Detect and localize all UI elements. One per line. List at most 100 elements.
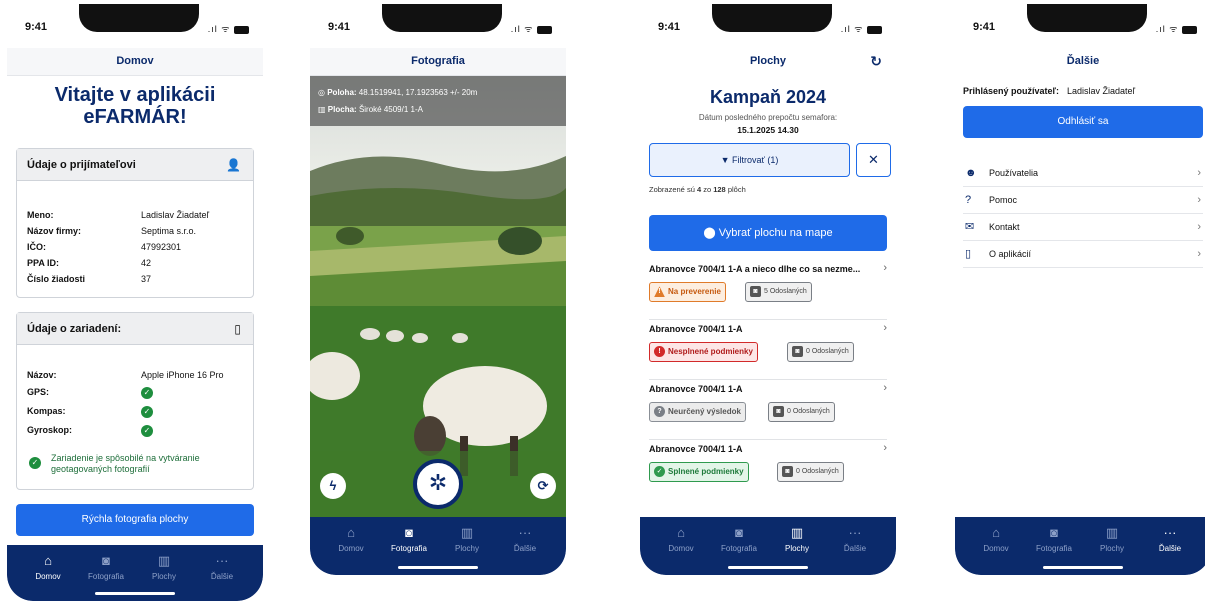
home-icon: ⌂ — [677, 525, 685, 540]
camera-viewfinder[interactable]: ◎ Poloha: 48.1519941, 17.1923563 +/- 20m… — [310, 76, 566, 517]
row-key: PPA ID: — [27, 258, 60, 268]
tab-label: Ďalšie — [843, 544, 867, 553]
warning-icon: ! — [654, 286, 665, 298]
map-icon: ▥ — [1105, 525, 1119, 540]
menu-item-about[interactable]: ▯ O aplikácií › — [963, 241, 1203, 268]
more-menu: ☻ Používatelia › ? Pomoc › ✉ Kontakt › ▯ O apli… — [955, 160, 1205, 268]
recalc-date: 15.1.2025 14.30 — [737, 125, 799, 135]
quick-photo-button[interactable]: Rýchla fotografia plochy — [16, 504, 254, 536]
camera-icon: ◙ — [773, 405, 784, 417]
filter-button[interactable]: ▼ Filtrovať (1) — [649, 143, 850, 177]
row-key: Názov firmy: — [27, 226, 82, 236]
sent-text: 0 Odoslaných — [796, 468, 839, 475]
position-value: 48.1519941, 17.1923563 +/- 20m — [358, 88, 478, 97]
plot-list-item[interactable]: Abranovce 7004/1 1-A › ? Neurčený výsledo… — [649, 380, 887, 440]
chevron-right-icon: › — [1197, 248, 1201, 260]
status-bar: 9:41 .ıl ᯤ — [640, 4, 896, 44]
more-icon: ··· — [215, 553, 229, 568]
status-text: Na preverenie — [668, 287, 721, 296]
row-key: IČO: — [27, 242, 46, 252]
logout-button[interactable]: Odhlásiť sa — [963, 106, 1203, 138]
plot-value: Široké 4509/1 1-A — [358, 105, 423, 114]
device-card-header: Údaje o zariadení: ▯ — [17, 313, 253, 345]
tab-fotografia[interactable]: ◙ Fotografia — [710, 525, 768, 553]
tab-domov[interactable]: ⌂ Domov — [652, 525, 710, 553]
row-key: Číslo žiadosti — [27, 274, 86, 284]
tab-domov[interactable]: ⌂ Domov — [322, 525, 380, 553]
flash-auto-button[interactable]: ϟ — [320, 473, 346, 499]
plot-list-item[interactable]: Abranovce 7004/1 1-A › ! Nesplnené podmie… — [649, 320, 887, 380]
home-indicator — [728, 566, 808, 569]
position-label: Poloha: — [327, 88, 357, 97]
tab-label: Plochy — [784, 544, 809, 553]
tab-domov[interactable]: ⌂ Domov — [967, 525, 1025, 553]
shutter-button[interactable]: ✲ — [413, 459, 463, 509]
tab-label: Plochy — [151, 572, 176, 581]
tab-dalsie[interactable]: ··· Ďalšie — [496, 525, 554, 553]
device-row: Kompas: ✓ — [17, 402, 253, 421]
chevron-right-icon: › — [1197, 221, 1201, 233]
tab-plochy[interactable]: ▥ Plochy — [135, 553, 193, 581]
question-icon: ? — [654, 406, 665, 418]
tab-fotografia[interactable]: ◙ Fotografia — [1025, 525, 1083, 553]
tab-label: Fotografia — [1035, 544, 1073, 553]
row-value: 42 — [141, 258, 152, 268]
signal-icon: .ıl ᯤ — [841, 22, 882, 35]
signal-text: .ıl ᯤ — [207, 24, 231, 34]
row-value: Apple iPhone 16 Pro — [141, 370, 224, 380]
plot-list-item[interactable]: Abranovce 7004/1 1-A a nieco dlhe co sa … — [649, 260, 887, 320]
camera-icon: ◙ — [102, 553, 110, 568]
target-icon: ◎ — [318, 88, 325, 97]
tab-plochy[interactable]: ▥ Plochy — [768, 525, 826, 553]
sent-count-badge: ◙ 0 Odoslaných — [768, 402, 835, 422]
switch-camera-button[interactable]: ⟳ — [530, 473, 556, 499]
menu-item-label: Kontakt — [989, 222, 1020, 232]
map-pin-icon: ⬤ — [703, 227, 716, 239]
status-time: 9:41 — [25, 21, 48, 33]
welcome-title: Vitajte v aplikácii eFARMÁR! — [54, 84, 216, 128]
row-value: 47992301 — [141, 242, 182, 252]
recipient-card-header: Údaje o prijímateľovi 👤 — [17, 149, 253, 181]
row-key: GPS: — [27, 387, 50, 397]
sent-count-badge: ◙ 0 Odoslaných — [777, 462, 844, 482]
phone-icon: ▯ — [234, 322, 241, 336]
tab-plochy[interactable]: ▥ Plochy — [438, 525, 496, 553]
menu-item-label: Používatelia — [989, 168, 1039, 178]
camera-icon: ◙ — [750, 285, 761, 297]
device-row: Gyroskop: ✓ — [17, 421, 253, 440]
select-on-map-button[interactable]: ⬤ Vybrať plochu na mape — [649, 215, 887, 251]
check-icon: ✓ — [654, 466, 665, 478]
tab-domov[interactable]: ⌂ Domov — [19, 553, 77, 581]
tab-label: Plochy — [454, 544, 479, 553]
signal-text: .ıl ᯤ — [510, 24, 534, 34]
menu-item-contact[interactable]: ✉ Kontakt › — [963, 214, 1203, 241]
tab-label: Domov — [338, 544, 364, 553]
refresh-icon[interactable]: ↻ — [870, 48, 882, 74]
map-icon: ▥ — [318, 105, 326, 114]
tab-plochy[interactable]: ▥ Plochy — [1083, 525, 1141, 553]
chevron-right-icon: › — [883, 442, 887, 454]
plot-list-item[interactable]: Abranovce 7004/1 1-A › ✓ Splnené podmienk… — [649, 440, 887, 500]
tab-dalsie[interactable]: ··· Ďalšie — [826, 525, 884, 553]
tab-label: Ďalšie — [210, 572, 234, 581]
tab-fotografia[interactable]: ◙ Fotografia — [380, 525, 438, 553]
recipient-row: IČO: 47992301 — [17, 239, 253, 255]
select-on-map-label: Vybrať plochu na mape — [718, 227, 833, 239]
nav-title: Ďalšie — [955, 48, 1205, 76]
menu-item-users[interactable]: ☻ Používatelia › — [963, 160, 1203, 187]
nav-title: Plochy — [749, 55, 787, 67]
notch — [382, 4, 502, 32]
status-bar: 9:41 .ıl ᯤ — [7, 4, 263, 44]
menu-item-help[interactable]: ? Pomoc › — [963, 187, 1203, 214]
tab-bar: ⌂ Domov ◙ Fotografia ▥ Plochy ··· Ďalšie — [955, 517, 1205, 575]
location-overlay: ◎ Poloha: 48.1519941, 17.1923563 +/- 20m… — [310, 76, 566, 126]
chevron-right-icon: › — [1197, 167, 1201, 179]
tab-dalsie[interactable]: ··· Ďalšie — [1141, 525, 1199, 553]
tab-dalsie[interactable]: ··· Ďalšie — [193, 553, 251, 581]
tab-label: Fotografia — [87, 572, 125, 581]
phone-photo-screen: 9:41 .ıl ᯤ Fotografia ◎ Poloha: 48.15199… — [310, 4, 566, 575]
tab-fotografia[interactable]: ◙ Fotografia — [77, 553, 135, 581]
clear-filter-button[interactable]: ✕ — [856, 143, 891, 177]
sent-text: 5 Odoslaných — [764, 288, 807, 295]
tab-label: Ďalšie — [1158, 544, 1182, 553]
